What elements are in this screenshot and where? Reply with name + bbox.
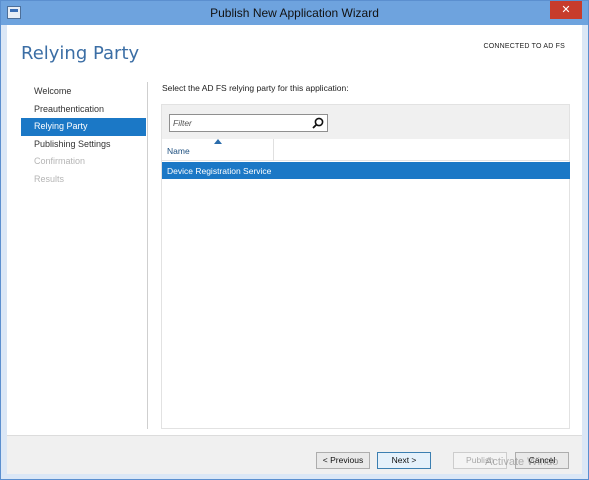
wizard-content: Relying Party CONNECTED TO AD FS Welcome…	[7, 25, 582, 474]
table-row[interactable]: Device Registration Service	[162, 162, 570, 179]
sort-ascending-icon	[214, 139, 222, 144]
column-header-row: Name	[162, 139, 569, 161]
nav-step-welcome[interactable]: Welcome	[21, 83, 146, 101]
filter-input[interactable]	[173, 117, 308, 129]
connection-status: CONNECTED TO AD FS	[483, 43, 565, 50]
cancel-button[interactable]: Cancel	[515, 452, 569, 469]
table-cell-name: Device Registration Service	[167, 166, 272, 176]
page-title: Relying Party	[21, 43, 140, 64]
window-title: Publish New Application Wizard	[210, 6, 379, 20]
publish-button: Publish	[453, 452, 507, 469]
nav-step-relying-party[interactable]: Relying Party	[21, 118, 146, 136]
wizard-window: Publish New Application Wizard ✕ Relying…	[0, 0, 589, 480]
search-icon[interactable]	[311, 116, 325, 130]
nav-step-publishing-settings[interactable]: Publishing Settings	[21, 136, 146, 154]
nav-step-results: Results	[34, 173, 65, 184]
previous-button[interactable]: < Previous	[316, 452, 370, 469]
wizard-steps-nav: Welcome Preauthentication Relying Party …	[21, 83, 146, 188]
relying-party-list-panel: Name Device Registration Service	[161, 104, 570, 429]
next-button[interactable]: Next >	[377, 452, 431, 469]
filter-box[interactable]	[169, 114, 328, 132]
close-icon: ✕	[561, 3, 571, 16]
filter-toolbar	[162, 105, 569, 139]
column-header-label: Name	[167, 146, 190, 156]
instruction-text: Select the AD FS relying party for this …	[162, 83, 349, 93]
nav-step-confirmation: Confirmation	[34, 156, 86, 166]
nav-divider	[147, 82, 148, 429]
close-button[interactable]: ✕	[550, 1, 582, 19]
title-bar[interactable]: Publish New Application Wizard ✕	[1, 1, 588, 25]
column-header-name[interactable]: Name	[162, 139, 274, 161]
wizard-button-bar: < Previous Next > Publish Cancel	[7, 435, 582, 474]
nav-step-preauthentication[interactable]: Preauthentication	[21, 101, 146, 119]
